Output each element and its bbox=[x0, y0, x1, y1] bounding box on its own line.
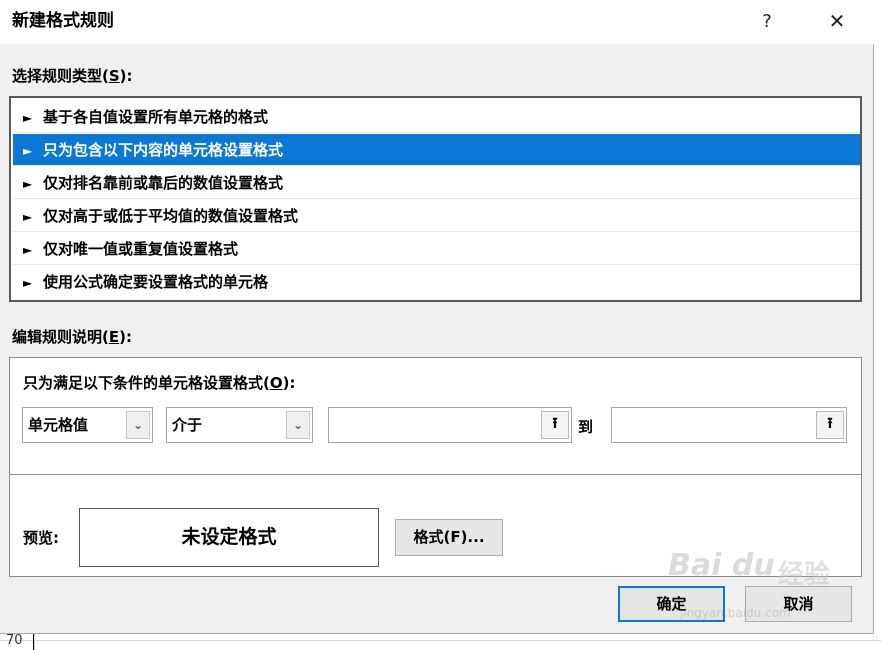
row-number[interactable]: 70 bbox=[0, 632, 34, 650]
rule-type-label: 选择规则类型(S): bbox=[12, 67, 133, 85]
triangle-right-icon: ► bbox=[23, 243, 33, 257]
value2-input[interactable]: ⭱ bbox=[611, 407, 847, 443]
triangle-right-icon: ► bbox=[23, 276, 33, 290]
rule-type-item-selected[interactable]: ► 只为包含以下内容的单元格设置格式 bbox=[13, 134, 860, 166]
rule-description-panel: 只为满足以下条件的单元格设置格式(O): 单元格值 ⌄ 介于 ⌄ ⭱ 到 ⭱ 预… bbox=[9, 357, 862, 577]
to-label: 到 bbox=[578, 418, 594, 436]
close-button[interactable]: ✕ bbox=[820, 6, 854, 36]
rule-type-item[interactable]: ► 基于各自值设置所有单元格的格式 bbox=[13, 101, 860, 133]
chevron-down-icon[interactable]: ⌄ bbox=[126, 411, 150, 439]
cancel-button[interactable]: 取消 bbox=[745, 586, 852, 622]
operator-select[interactable]: 介于 ⌄ bbox=[166, 407, 313, 443]
triangle-right-icon: ► bbox=[23, 144, 33, 158]
help-button[interactable]: ? bbox=[750, 6, 784, 36]
divider bbox=[10, 474, 861, 475]
collapse-dialog-icon[interactable]: ⭱ bbox=[541, 411, 569, 439]
preview-label: 预览: bbox=[23, 529, 59, 547]
value1-input[interactable]: ⭱ bbox=[328, 407, 572, 443]
triangle-right-icon: ► bbox=[23, 111, 33, 125]
new-format-rule-dialog: 新建格式规则 ? ✕ 选择规则类型(S): ► 基于各自值设置所有单元格的格式 ►… bbox=[0, 0, 874, 634]
title-bar: 新建格式规则 ? ✕ bbox=[0, 0, 874, 44]
format-preview: 未设定格式 bbox=[79, 508, 379, 567]
rule-type-item[interactable]: ► 仅对高于或低于平均值的数值设置格式 bbox=[13, 200, 860, 232]
triangle-right-icon: ► bbox=[23, 177, 33, 191]
chevron-down-icon[interactable]: ⌄ bbox=[286, 411, 310, 439]
triangle-right-icon: ► bbox=[23, 210, 33, 224]
collapse-dialog-icon[interactable]: ⭱ bbox=[816, 411, 844, 439]
format-button[interactable]: 格式(F)... bbox=[395, 519, 503, 556]
rule-type-item[interactable]: ► 使用公式确定要设置格式的单元格 bbox=[13, 266, 860, 298]
condition-label: 只为满足以下条件的单元格设置格式(O): bbox=[23, 374, 296, 392]
ok-button[interactable]: 确定 bbox=[618, 586, 725, 622]
rule-type-item[interactable]: ► 仅对排名靠前或靠后的数值设置格式 bbox=[13, 167, 860, 199]
cell-value-select[interactable]: 单元格值 ⌄ bbox=[22, 407, 153, 443]
rule-type-item[interactable]: ► 仅对唯一值或重复值设置格式 bbox=[13, 233, 860, 265]
rule-type-list[interactable]: ► 基于各自值设置所有单元格的格式 ► 只为包含以下内容的单元格设置格式 ► 仅对排名… bbox=[9, 96, 862, 302]
dialog-title: 新建格式规则 bbox=[12, 11, 114, 31]
edit-rule-label: 编辑规则说明(E): bbox=[12, 328, 132, 346]
